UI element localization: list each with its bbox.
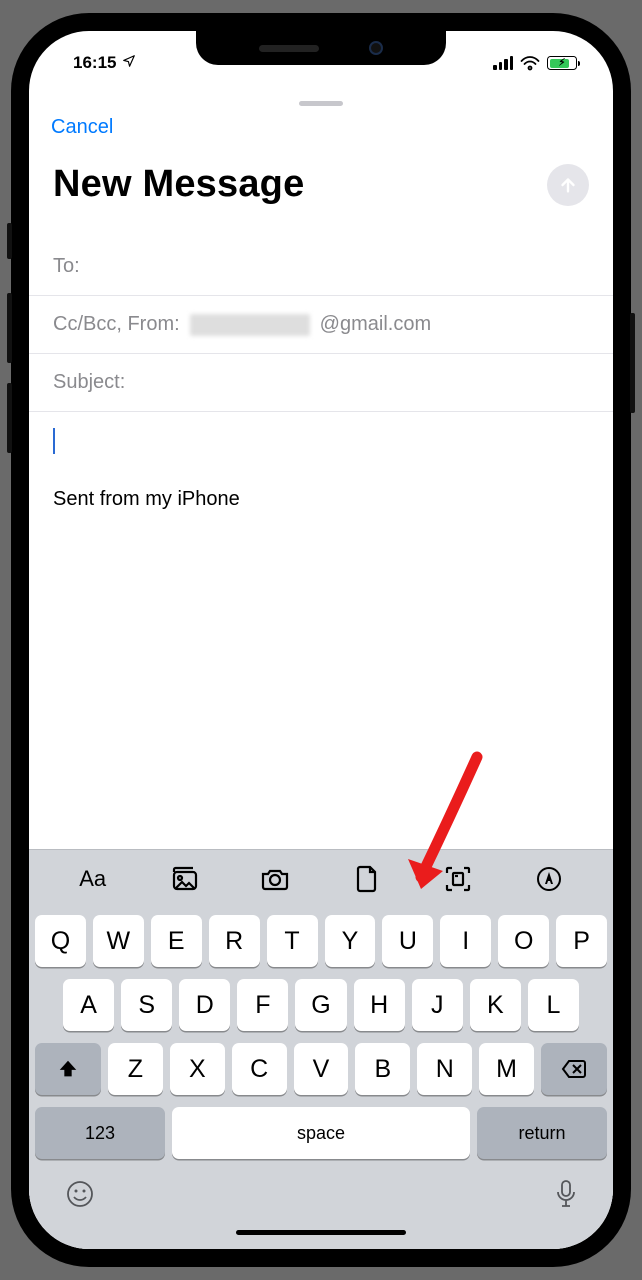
key-s[interactable]: S [121, 979, 172, 1031]
body-field[interactable]: Sent from my iPhone [29, 412, 613, 527]
redacted-email-user [190, 314, 310, 336]
return-key[interactable]: return [477, 1107, 607, 1159]
shift-icon [57, 1058, 79, 1080]
send-button[interactable] [547, 164, 589, 206]
document-icon [355, 865, 379, 893]
photo-library-icon [168, 866, 200, 892]
arrow-up-icon [557, 174, 579, 196]
keyboard-toolbar: Aa [29, 849, 613, 907]
subject-label: Subject: [53, 371, 125, 394]
keyboard: Q W E R T Y U I O P A S D F G H [29, 907, 613, 1249]
emoji-key[interactable] [65, 1179, 95, 1214]
numbers-key[interactable]: 123 [35, 1107, 165, 1159]
key-q[interactable]: Q [35, 915, 86, 967]
keyboard-row-2: A S D F G H J K L [35, 979, 607, 1031]
key-f[interactable]: F [237, 979, 288, 1031]
key-l[interactable]: L [528, 979, 579, 1031]
battery-icon: ⚡︎ [547, 56, 577, 70]
keyboard-row-1: Q W E R T Y U I O P [35, 915, 607, 967]
key-x[interactable]: X [170, 1043, 225, 1095]
text-cursor [53, 428, 55, 454]
emoji-icon [65, 1179, 95, 1209]
key-z[interactable]: Z [108, 1043, 163, 1095]
home-indicator[interactable] [236, 1230, 406, 1235]
markup-button[interactable] [532, 862, 566, 896]
key-b[interactable]: B [355, 1043, 410, 1095]
key-g[interactable]: G [295, 979, 346, 1031]
sheet-grabber[interactable] [299, 101, 343, 106]
key-w[interactable]: W [93, 915, 144, 967]
key-k[interactable]: K [470, 979, 521, 1031]
key-t[interactable]: T [267, 915, 318, 967]
key-v[interactable]: V [294, 1043, 349, 1095]
space-key[interactable]: space [172, 1107, 470, 1159]
wifi-icon [520, 56, 540, 71]
cellular-signal-icon [493, 56, 513, 70]
key-p[interactable]: P [556, 915, 607, 967]
key-r[interactable]: R [209, 915, 260, 967]
key-e[interactable]: E [151, 915, 202, 967]
key-h[interactable]: H [354, 979, 405, 1031]
backspace-icon [561, 1059, 587, 1079]
key-c[interactable]: C [232, 1043, 287, 1095]
cancel-button[interactable]: Cancel [51, 116, 113, 138]
key-n[interactable]: N [417, 1043, 472, 1095]
key-d[interactable]: D [179, 979, 230, 1031]
camera-icon [260, 867, 290, 891]
to-label: To: [53, 255, 80, 278]
status-time: 16:15 [73, 53, 116, 73]
camera-button[interactable] [258, 862, 292, 896]
ccbcc-from-field[interactable]: Cc/Bcc, From: @gmail.com [29, 296, 613, 354]
key-u[interactable]: U [382, 915, 433, 967]
key-y[interactable]: Y [325, 915, 376, 967]
key-m[interactable]: M [479, 1043, 534, 1095]
microphone-icon [555, 1179, 577, 1209]
photo-library-button[interactable] [167, 862, 201, 896]
location-icon [122, 53, 136, 73]
key-a[interactable]: A [63, 979, 114, 1031]
shift-key[interactable] [35, 1043, 101, 1095]
annotation-arrow [399, 749, 499, 909]
backspace-key[interactable] [541, 1043, 607, 1095]
compose-title: New Message [53, 163, 304, 206]
signature-text: Sent from my iPhone [53, 488, 589, 511]
compose-sheet: Cancel New Message To: Cc/Bcc, From: @gm… [29, 93, 613, 1249]
to-field[interactable]: To: [29, 238, 613, 296]
keyboard-row-3: Z X C V B N M [35, 1043, 607, 1095]
key-i[interactable]: I [440, 915, 491, 967]
from-domain: @gmail.com [320, 313, 431, 336]
markup-icon [536, 866, 562, 892]
key-o[interactable]: O [498, 915, 549, 967]
attach-document-button[interactable] [350, 862, 384, 896]
ccbcc-from-label: Cc/Bcc, From: [53, 313, 180, 336]
key-j[interactable]: J [412, 979, 463, 1031]
text-format-button[interactable]: Aa [76, 862, 110, 896]
subject-field[interactable]: Subject: [29, 354, 613, 412]
keyboard-row-4: 123 space return [35, 1107, 607, 1159]
dictation-key[interactable] [555, 1179, 577, 1214]
